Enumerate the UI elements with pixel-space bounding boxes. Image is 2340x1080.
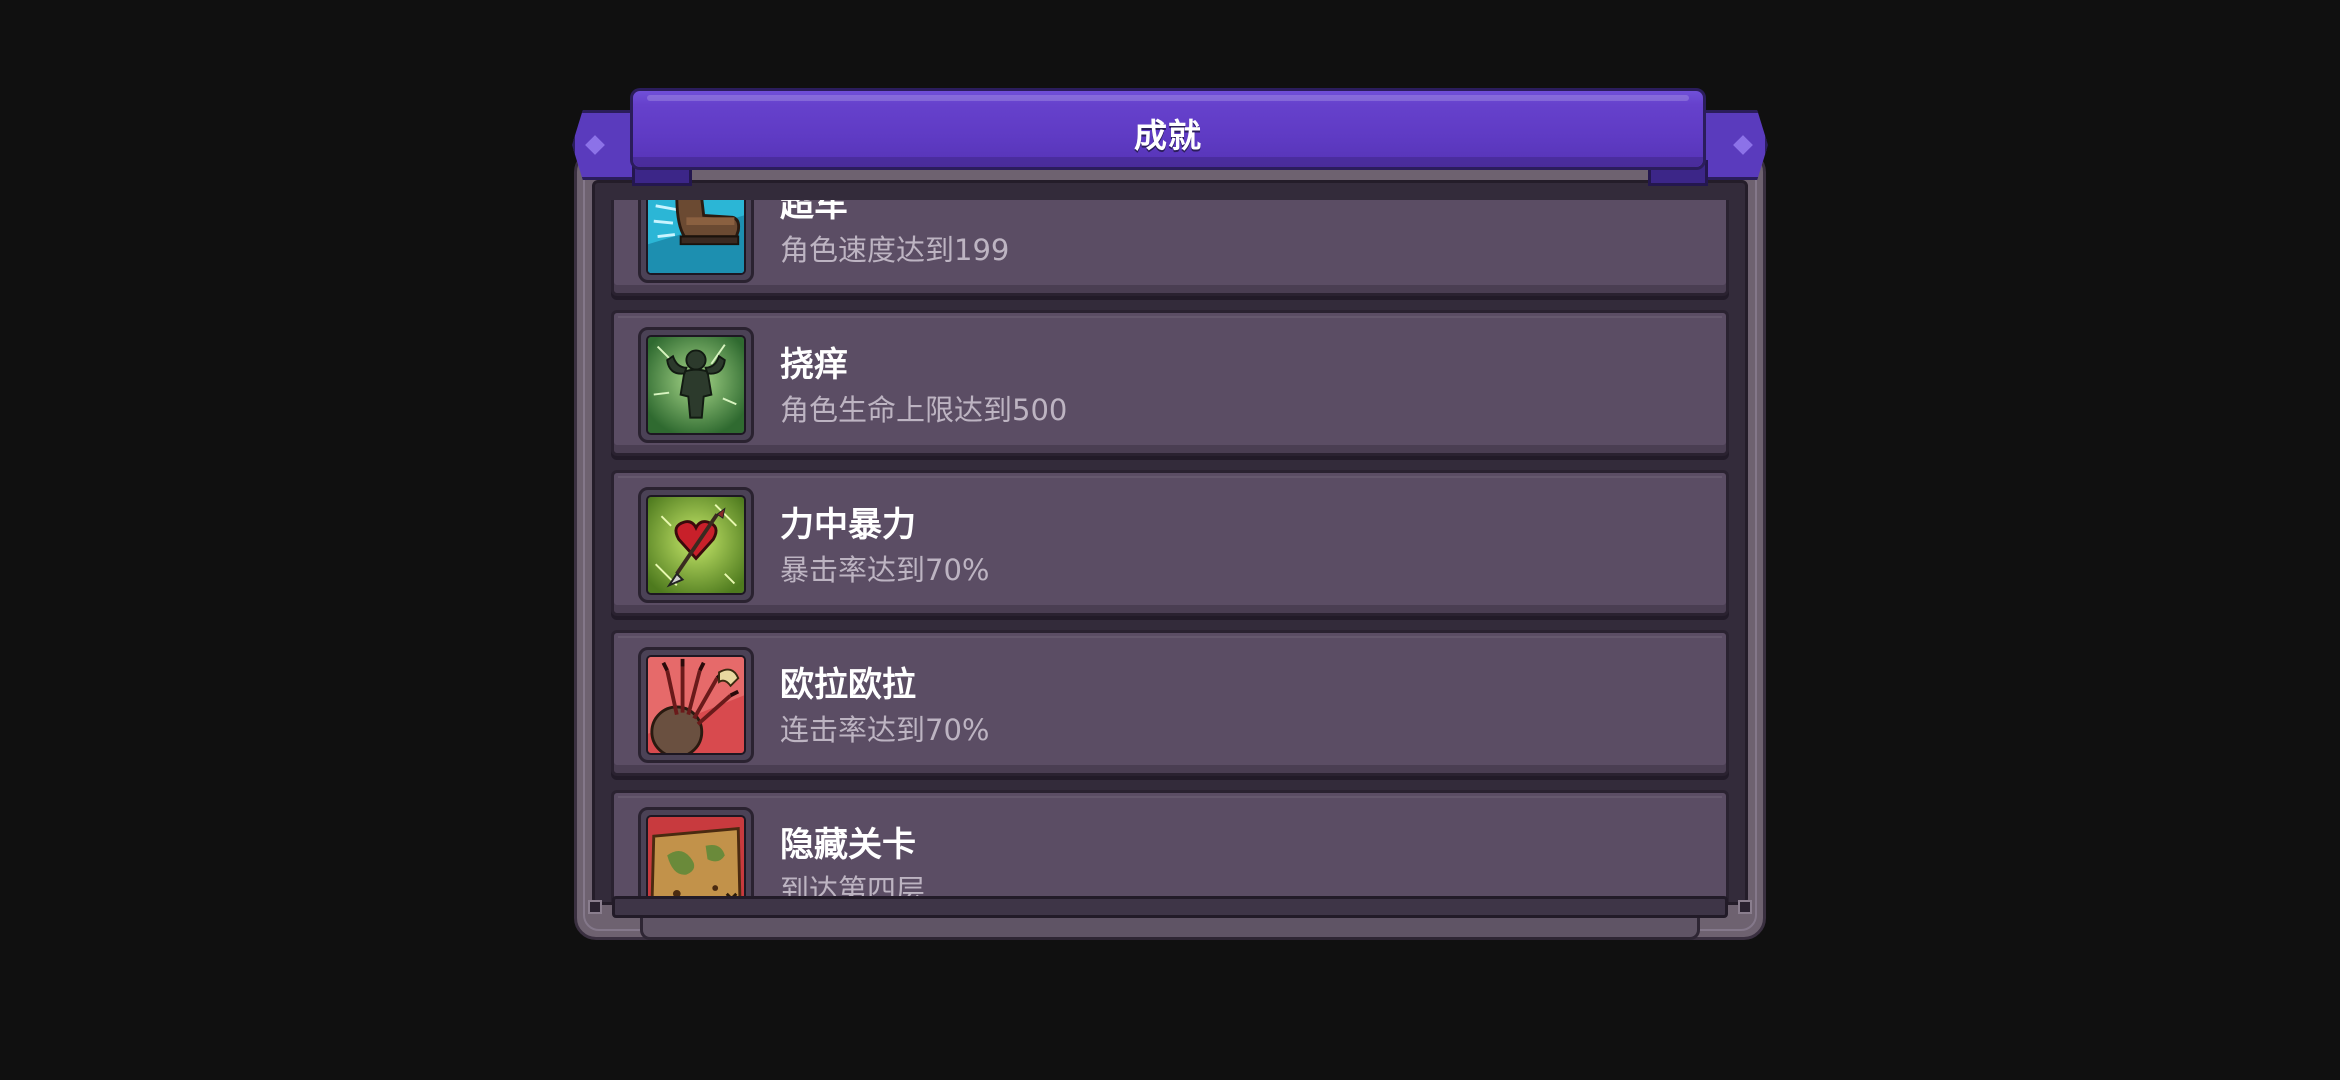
achievement-icon-frame bbox=[638, 647, 754, 763]
achievement-name: 挠痒 bbox=[780, 345, 848, 385]
page-title: 成就 bbox=[1134, 116, 1202, 155]
achievement-name: 力中暴力 bbox=[780, 505, 916, 545]
achievement-icon-frame bbox=[638, 200, 754, 283]
achievement-icon-frame bbox=[638, 807, 754, 902]
title-ribbon: 成就 bbox=[630, 88, 1706, 170]
panel-foot bbox=[640, 918, 1700, 940]
heart-arrow-icon bbox=[646, 495, 746, 595]
list-bottom-edge bbox=[612, 896, 1728, 918]
achievement-list[interactable]: 超车 角色速度达到199 挠痒 角色生命上限达到500 力中暴力 暴击率达到70… bbox=[605, 200, 1735, 902]
achievement-name: 超车 bbox=[780, 200, 848, 225]
corner-stud-icon bbox=[1738, 900, 1752, 914]
achievement-desc: 连击率达到70% bbox=[780, 713, 990, 747]
muscle-figure-icon bbox=[646, 335, 746, 435]
achievement-item[interactable]: 欧拉欧拉 连击率达到70% bbox=[611, 630, 1729, 776]
achievement-item[interactable]: 力中暴力 暴击率达到70% bbox=[611, 470, 1729, 616]
achievement-icon-frame bbox=[638, 327, 754, 443]
achievement-item[interactable]: 超车 角色速度达到199 bbox=[611, 200, 1729, 296]
treasure-map-icon bbox=[646, 815, 746, 902]
achievement-icon-frame bbox=[638, 487, 754, 603]
achievement-desc: 角色速度达到199 bbox=[780, 233, 1010, 267]
arrow-volley-icon bbox=[646, 655, 746, 755]
achievement-screen: 超车 角色速度达到199 挠痒 角色生命上限达到500 力中暴力 暴击率达到70… bbox=[0, 0, 2340, 1080]
achievement-item[interactable]: 隐藏关卡 到达第四层 bbox=[611, 790, 1729, 902]
achievement-desc: 角色生命上限达到500 bbox=[780, 393, 1068, 427]
achievement-name: 隐藏关卡 bbox=[780, 825, 916, 865]
achievement-item[interactable]: 挠痒 角色生命上限达到500 bbox=[611, 310, 1729, 456]
speed-boot-icon bbox=[646, 200, 746, 275]
achievement-name: 欧拉欧拉 bbox=[780, 665, 916, 705]
achievement-desc: 暴击率达到70% bbox=[780, 553, 990, 587]
corner-stud-icon bbox=[588, 900, 602, 914]
